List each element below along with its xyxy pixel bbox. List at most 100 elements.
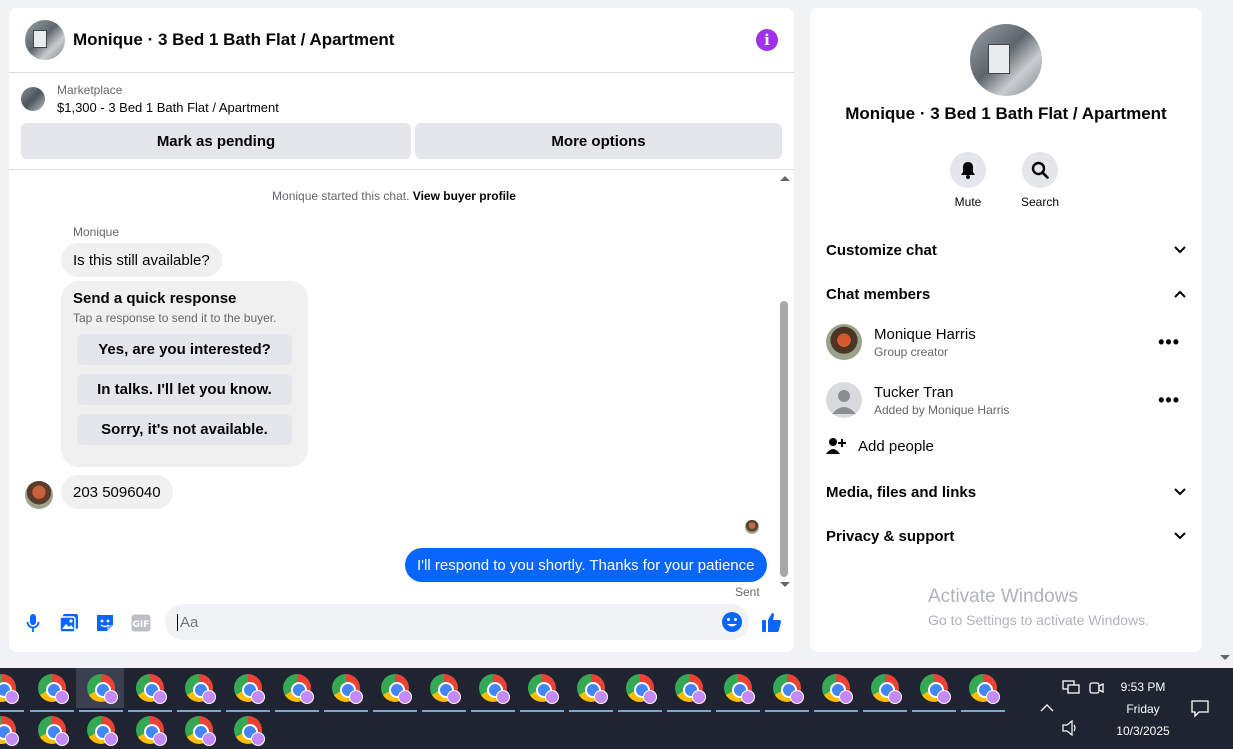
taskbar-underline: [765, 710, 809, 712]
bell-icon[interactable]: [950, 152, 986, 188]
view-buyer-profile-link[interactable]: View buyer profile: [413, 189, 516, 203]
network-icon[interactable]: [1062, 680, 1080, 699]
chrome-window-icon[interactable]: [430, 674, 461, 704]
scroll-up-arrow-icon[interactable]: [780, 176, 790, 181]
taskbar-underline: [520, 710, 564, 712]
chrome-window-icon[interactable]: [528, 674, 559, 704]
chat-panel: Monique · 3 Bed 1 Bath Flat / Apartment …: [9, 8, 794, 652]
emoji-icon[interactable]: [721, 611, 743, 633]
chevron-down-icon: [1174, 488, 1186, 496]
search-icon[interactable]: [1022, 152, 1058, 188]
section-label: Customize chat: [826, 241, 937, 259]
read-receipt-avatar: [745, 520, 759, 534]
clock-date[interactable]: 10/3/2025: [1108, 724, 1178, 738]
search-label: Search: [1020, 195, 1060, 209]
quick-response-option[interactable]: In talks. I'll let you know.: [77, 374, 292, 405]
chrome-window-icon[interactable]: [0, 716, 19, 746]
chrome-window-icon[interactable]: [675, 674, 706, 704]
clock-time[interactable]: 9:53 PM: [1108, 680, 1178, 694]
mute-action[interactable]: Mute: [938, 152, 998, 209]
show-hidden-icons-icon[interactable]: [1040, 700, 1054, 716]
clock-day[interactable]: Friday: [1108, 702, 1178, 716]
quick-response-option[interactable]: Yes, are you interested?: [77, 334, 292, 365]
message-bubble-incoming[interactable]: 203 5096040: [61, 475, 173, 509]
sticker-icon[interactable]: [95, 613, 115, 633]
chrome-window-icon[interactable]: [822, 674, 853, 704]
scroll-down-arrow-icon[interactable]: [780, 582, 790, 587]
notifications-icon[interactable]: [1191, 700, 1209, 721]
photo-icon[interactable]: [59, 613, 79, 633]
taskbar-underline: [226, 710, 270, 712]
chat-title[interactable]: Monique · 3 Bed 1 Bath Flat / Apartment: [73, 30, 756, 50]
chrome-window-icon[interactable]: [332, 674, 363, 704]
chrome-window-icon[interactable]: [87, 716, 118, 746]
volume-icon[interactable]: [1062, 719, 1080, 739]
chrome-window-icon[interactable]: [577, 674, 608, 704]
microphone-icon[interactable]: [23, 613, 43, 633]
sender-avatar[interactable]: [25, 481, 53, 509]
chrome-window-icon[interactable]: [38, 674, 69, 704]
privacy-support-section[interactable]: Privacy & support: [826, 524, 1186, 548]
search-action[interactable]: Search: [1010, 152, 1070, 209]
conversation-info-panel: Monique · 3 Bed 1 Bath Flat / Apartment …: [810, 8, 1202, 652]
chrome-window-icon[interactable]: [479, 674, 510, 704]
quick-response-option[interactable]: Sorry, it's not available.: [77, 414, 292, 445]
info-title: Monique · 3 Bed 1 Bath Flat / Apartment: [845, 104, 1167, 123]
listing-actions: Mark as pending More options: [21, 123, 782, 159]
message-bubble-incoming[interactable]: Is this still available?: [61, 243, 222, 277]
chrome-window-icon[interactable]: [773, 674, 804, 704]
mark-pending-button[interactable]: Mark as pending: [21, 123, 411, 159]
more-options-button[interactable]: More options: [415, 123, 782, 159]
member-row[interactable]: Tucker Tran Added by Monique Harris •••: [826, 380, 1186, 420]
chrome-window-icon[interactable]: [0, 674, 19, 704]
page-scroll-down-icon[interactable]: [1220, 655, 1230, 660]
member-avatar: [826, 324, 862, 360]
info-avatar[interactable]: [970, 24, 1042, 96]
more-options-icon[interactable]: •••: [1158, 390, 1180, 411]
chat-scrollbar[interactable]: [780, 174, 790, 590]
sender-name: Monique: [73, 225, 120, 239]
meet-now-icon[interactable]: [1088, 680, 1104, 699]
taskbar-underline: [912, 710, 956, 712]
chrome-window-icon[interactable]: [136, 674, 167, 704]
taskbar-underline: [275, 710, 319, 712]
gif-icon[interactable]: GIF: [131, 613, 151, 633]
chrome-window-icon[interactable]: [87, 674, 118, 704]
media-files-section[interactable]: Media, files and links: [826, 480, 1186, 504]
chrome-window-icon[interactable]: [136, 716, 167, 746]
scroll-thumb[interactable]: [780, 301, 788, 577]
message-bubble-outgoing[interactable]: I'll respond to you shortly. Thanks for …: [405, 548, 767, 582]
chrome-window-icon[interactable]: [724, 674, 755, 704]
activate-windows-watermark: Activate Windows Go to Settings to activ…: [928, 586, 1149, 628]
info-icon[interactable]: i: [756, 29, 778, 51]
taskbar-underline: [814, 710, 858, 712]
system-message: Monique started this chat. View buyer pr…: [9, 189, 779, 203]
message-input[interactable]: [177, 613, 697, 631]
chrome-window-icon[interactable]: [38, 716, 69, 746]
taskbar: 9:53 PM Friday 10/3/2025: [0, 668, 1233, 749]
chat-members-section[interactable]: Chat members: [826, 282, 1186, 306]
chrome-window-icon[interactable]: [871, 674, 902, 704]
more-options-icon[interactable]: •••: [1158, 332, 1180, 353]
chrome-window-icon[interactable]: [920, 674, 951, 704]
listing-row[interactable]: Marketplace $1,300 - 3 Bed 1 Bath Flat /…: [21, 83, 782, 115]
chrome-window-icon[interactable]: [626, 674, 657, 704]
member-row[interactable]: Monique Harris Group creator •••: [826, 322, 1186, 362]
chrome-window-icon[interactable]: [185, 716, 216, 746]
chrome-window-icon[interactable]: [185, 674, 216, 704]
chrome-window-icon[interactable]: [381, 674, 412, 704]
watermark-title: Activate Windows: [928, 586, 1078, 607]
thumbs-up-icon[interactable]: [761, 611, 783, 638]
add-people-button[interactable]: Add people: [826, 436, 934, 456]
listing-thumbnail: [21, 87, 45, 111]
chrome-window-icon[interactable]: [969, 674, 1000, 704]
system-message-text: Monique started this chat.: [272, 189, 410, 203]
customize-chat-section[interactable]: Customize chat: [826, 238, 1186, 262]
taskbar-underline: [618, 710, 662, 712]
taskbar-underline: [128, 710, 172, 712]
chrome-window-icon[interactable]: [234, 716, 265, 746]
chat-avatar[interactable]: [25, 20, 65, 60]
taskbar-underline: [30, 710, 74, 712]
chrome-window-icon[interactable]: [283, 674, 314, 704]
chrome-window-icon[interactable]: [234, 674, 265, 704]
